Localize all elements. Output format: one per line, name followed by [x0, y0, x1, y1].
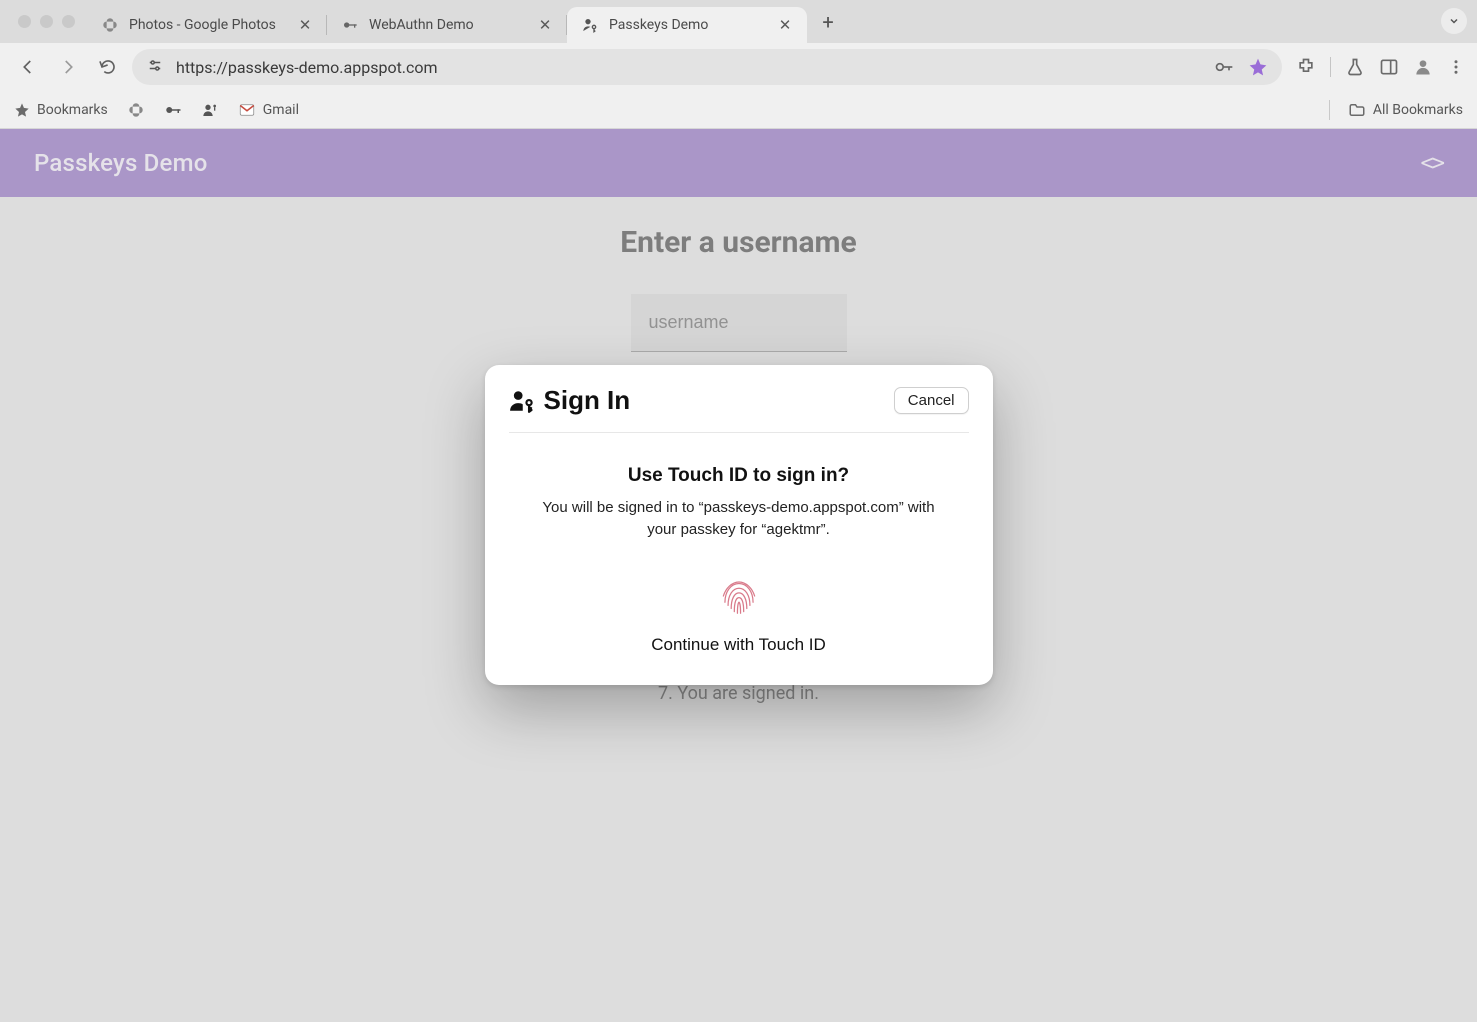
bookmarks-button[interactable]: Bookmarks — [14, 102, 108, 118]
window-minimize[interactable] — [40, 15, 53, 28]
signin-dialog: Sign In Cancel Use Touch ID to sign in? … — [485, 365, 993, 685]
browser-chrome: Photos - Google Photos ✕ WebAuthn Demo ✕… — [0, 0, 1477, 129]
new-tab-button[interactable]: + — [813, 7, 843, 37]
extensions-icon[interactable] — [1296, 57, 1316, 77]
bookmark-star-icon[interactable] — [1248, 57, 1268, 77]
bookmark-gmail[interactable]: Gmail — [238, 101, 299, 119]
bookmarks-label: Bookmarks — [37, 102, 108, 118]
address-bar[interactable]: https://passkeys-demo.appspot.com — [132, 49, 1282, 85]
url-text: https://passkeys-demo.appspot.com — [176, 58, 1202, 77]
window-zoom[interactable] — [62, 15, 75, 28]
cancel-button[interactable]: Cancel — [894, 387, 969, 414]
tab-webauthn[interactable]: WebAuthn Demo ✕ — [327, 7, 567, 43]
separator — [1330, 57, 1331, 77]
all-bookmarks[interactable]: All Bookmarks — [1348, 101, 1463, 119]
bookmarks-bar: Bookmarks Gmail All Bookmarks — [0, 91, 1477, 129]
code-icon[interactable]: <> — [1421, 151, 1444, 176]
toolbar-actions — [1290, 57, 1465, 77]
toolbar: https://passkeys-demo.appspot.com — [0, 43, 1477, 91]
tab-passkeys[interactable]: Passkeys Demo ✕ — [567, 7, 807, 43]
reload-button[interactable] — [92, 51, 124, 83]
close-icon[interactable]: ✕ — [777, 17, 793, 33]
username-input[interactable] — [631, 294, 847, 352]
tab-strip: Photos - Google Photos ✕ WebAuthn Demo ✕… — [0, 0, 1477, 43]
labs-icon[interactable] — [1345, 57, 1365, 77]
dialog-title: Sign In — [544, 385, 631, 416]
app-title: Passkeys Demo — [34, 149, 208, 177]
dialog-question: Use Touch ID to sign in? — [527, 465, 951, 487]
tab-photos[interactable]: Photos - Google Photos ✕ — [87, 7, 327, 43]
menu-icon[interactable] — [1447, 58, 1465, 76]
close-icon[interactable]: ✕ — [297, 17, 313, 33]
tab-title: WebAuthn Demo — [369, 17, 527, 33]
dialog-header: Sign In Cancel — [509, 385, 969, 433]
window-close[interactable] — [18, 15, 31, 28]
back-button[interactable] — [12, 51, 44, 83]
continue-label: Continue with Touch ID — [527, 635, 951, 655]
dialog-message: You will be signed in to “passkeys-demo.… — [527, 497, 951, 541]
bookmark-person[interactable] — [202, 102, 218, 118]
sidepanel-icon[interactable] — [1379, 57, 1399, 77]
window-controls — [10, 15, 87, 28]
app-header: Passkeys Demo <> — [0, 129, 1477, 197]
page-heading: Enter a username — [620, 225, 856, 260]
profile-icon[interactable] — [1413, 57, 1433, 77]
bookmark-gmail-label: Gmail — [263, 102, 299, 118]
key-icon — [341, 16, 359, 34]
key-indicator-icon[interactable] — [1214, 57, 1234, 77]
close-icon[interactable]: ✕ — [537, 17, 553, 33]
tabs-dropdown[interactable] — [1441, 8, 1467, 34]
person-key-icon — [581, 16, 599, 34]
separator — [1329, 100, 1330, 120]
fingerprint-icon[interactable] — [714, 571, 764, 621]
dialog-body: Use Touch ID to sign in? You will be sig… — [509, 433, 969, 655]
bookmark-pinwheel[interactable] — [128, 102, 144, 118]
all-bookmarks-label: All Bookmarks — [1373, 102, 1463, 118]
forward-button[interactable] — [52, 51, 84, 83]
pinwheel-icon — [101, 16, 119, 34]
bookmark-key[interactable] — [164, 101, 182, 119]
site-settings-icon[interactable] — [146, 58, 164, 76]
tab-title: Photos - Google Photos — [129, 17, 287, 33]
tab-title: Passkeys Demo — [609, 17, 767, 33]
person-key-icon — [509, 388, 535, 414]
